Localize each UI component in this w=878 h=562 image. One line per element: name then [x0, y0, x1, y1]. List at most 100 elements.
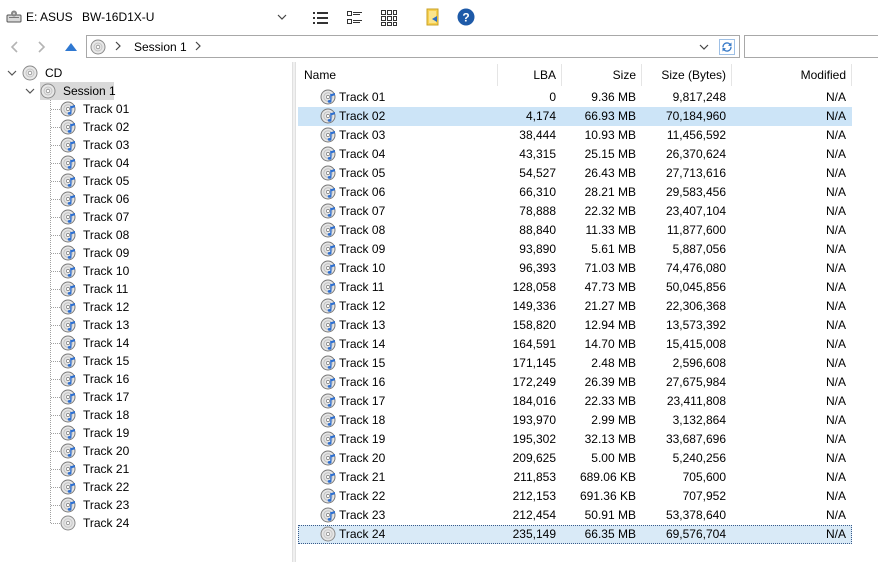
- column-header-name[interactable]: Name: [296, 64, 498, 86]
- table-row[interactable]: Track 24 235,149 66.35 MB 69,576,704 N/A: [298, 525, 852, 544]
- table-row[interactable]: Track 05 54,527 26.43 MB 27,713,616 N/A: [298, 164, 852, 183]
- forward-arrow-icon[interactable]: [34, 38, 50, 56]
- track-size: 21.27 MB: [584, 299, 636, 313]
- tree-node-label: Track 08: [83, 228, 130, 242]
- audio-track-icon: [320, 450, 336, 466]
- table-row[interactable]: Track 01 0 9.36 MB 9,817,248 N/A: [298, 88, 852, 107]
- track-name: Track 13: [339, 318, 386, 332]
- audio-track-icon: [320, 260, 336, 276]
- tree-node-label: Track 13: [83, 318, 130, 332]
- tree-node-label: Track 24: [83, 516, 130, 530]
- tree-node-label: Track 20: [83, 444, 130, 458]
- details-view-icon[interactable]: [311, 8, 331, 28]
- track-size: 689.06 KB: [579, 470, 636, 484]
- track-size-bytes: 50,045,856: [665, 280, 726, 294]
- svg-text:?: ?: [462, 11, 469, 25]
- tiles-view-icon[interactable]: [345, 8, 365, 28]
- table-row[interactable]: Track 07 78,888 22.32 MB 23,407,104 N/A: [298, 202, 852, 221]
- track-lba: 184,016: [512, 394, 556, 408]
- table-row[interactable]: Track 09 93,890 5.61 MB 5,887,056 N/A: [298, 240, 852, 259]
- track-size-bytes: 23,411,808: [666, 394, 726, 408]
- track-size: 28.21 MB: [584, 185, 636, 199]
- table-row[interactable]: Track 13 158,820 12.94 MB 13,573,392 N/A: [298, 316, 852, 335]
- track-name: Track 06: [339, 185, 386, 199]
- track-size: 12.94 MB: [584, 318, 636, 332]
- track-modified: N/A: [825, 242, 846, 256]
- refresh-icon[interactable]: [719, 39, 735, 55]
- track-lba: 43,315: [519, 147, 556, 161]
- table-row[interactable]: Track 15 171,145 2.48 MB 2,596,608 N/A: [298, 354, 852, 373]
- tree-node-label: Track 05: [83, 174, 130, 188]
- audio-track-icon: [320, 146, 336, 162]
- chevron-down-icon[interactable]: [7, 68, 17, 78]
- device-select[interactable]: BW-16D1X-U: [76, 6, 292, 28]
- track-size-bytes: 11,877,600: [666, 223, 726, 237]
- table-row[interactable]: Track 02 4,174 66.93 MB 70,184,960 N/A: [298, 107, 852, 126]
- table-row[interactable]: Track 08 88,840 11.33 MB 11,877,600 N/A: [298, 221, 852, 240]
- search-input[interactable]: [744, 35, 878, 58]
- tree-node-label: Track 21: [83, 462, 130, 476]
- device-select-value: BW-16D1X-U: [82, 10, 155, 24]
- table-row[interactable]: Track 21 211,853 689.06 KB 705,600 N/A: [298, 468, 852, 487]
- table-row[interactable]: Track 12 149,336 21.27 MB 22,306,368 N/A: [298, 297, 852, 316]
- large-icons-view-icon[interactable]: [379, 8, 399, 28]
- audio-track-icon: [60, 173, 76, 189]
- track-modified: N/A: [825, 432, 846, 446]
- audio-track-icon: [320, 203, 336, 219]
- breadcrumb-session[interactable]: Session 1: [134, 40, 187, 54]
- track-lba: 66,310: [519, 185, 556, 199]
- audio-track-icon: [60, 245, 76, 261]
- back-arrow-icon[interactable]: [6, 38, 22, 56]
- track-size: 50.91 MB: [584, 508, 636, 522]
- track-size-bytes: 9,817,248: [672, 90, 726, 104]
- track-modified: N/A: [825, 166, 846, 180]
- table-row[interactable]: Track 16 172,249 26.39 MB 27,675,984 N/A: [298, 373, 852, 392]
- tree-node-session[interactable]: Session 1: [40, 82, 116, 100]
- tree-node-label: Track 03: [83, 138, 130, 152]
- chevron-down-icon[interactable]: [699, 42, 709, 52]
- chevron-down-icon[interactable]: [25, 86, 35, 96]
- audio-track-icon: [320, 431, 336, 447]
- table-row[interactable]: Track 18 193,970 2.99 MB 3,132,864 N/A: [298, 411, 852, 430]
- column-header-size-bytes[interactable]: Size (Bytes): [642, 64, 732, 86]
- table-row[interactable]: Track 22 212,153 691.36 KB 707,952 N/A: [298, 487, 852, 506]
- up-arrow-icon[interactable]: [63, 38, 79, 56]
- breadcrumb-chevron-icon[interactable]: [194, 40, 202, 52]
- track-name: Track 04: [339, 147, 386, 161]
- table-row[interactable]: Track 20 209,625 5.00 MB 5,240,256 N/A: [298, 449, 852, 468]
- track-size-bytes: 27,713,616: [665, 166, 726, 180]
- breadcrumb-chevron-icon[interactable]: [114, 40, 122, 52]
- folder-arrow-icon[interactable]: [423, 7, 443, 27]
- optical-drive-icon: [6, 10, 22, 23]
- table-row[interactable]: Track 17 184,016 22.33 MB 23,411,808 N/A: [298, 392, 852, 411]
- tree-node-label: Track 11: [83, 282, 129, 296]
- help-icon[interactable]: ?: [456, 7, 476, 27]
- track-size: 2.48 MB: [591, 356, 636, 370]
- audio-track-icon: [60, 101, 76, 117]
- table-row[interactable]: Track 23 212,454 50.91 MB 53,378,640 N/A: [298, 506, 852, 525]
- table-row[interactable]: Track 06 66,310 28.21 MB 29,583,456 N/A: [298, 183, 852, 202]
- track-modified: N/A: [825, 337, 846, 351]
- audio-track-icon: [320, 374, 336, 390]
- audio-track-icon: [320, 317, 336, 333]
- table-row[interactable]: Track 04 43,315 25.15 MB 26,370,624 N/A: [298, 145, 852, 164]
- table-row[interactable]: Track 03 38,444 10.93 MB 11,456,592 N/A: [298, 126, 852, 145]
- table-row[interactable]: Track 10 96,393 71.03 MB 74,476,080 N/A: [298, 259, 852, 278]
- track-size: 26.39 MB: [584, 375, 636, 389]
- cd-icon: [22, 65, 38, 81]
- column-header-lba[interactable]: LBA: [498, 64, 562, 86]
- address-bar[interactable]: Session 1: [86, 35, 740, 58]
- audio-track-icon: [60, 317, 76, 333]
- track-lba: 235,149: [512, 527, 556, 541]
- column-header-size[interactable]: Size: [562, 64, 642, 86]
- table-row[interactable]: Track 14 164,591 14.70 MB 15,415,008 N/A: [298, 335, 852, 354]
- tree-node-label: Track 14: [83, 336, 130, 350]
- tree-node-label: Track 07: [83, 210, 130, 224]
- table-row[interactable]: Track 19 195,302 32.13 MB 33,687,696 N/A: [298, 430, 852, 449]
- audio-track-icon: [60, 371, 76, 387]
- audio-track-icon: [320, 469, 336, 485]
- tree-node-label: Track 09: [83, 246, 130, 260]
- table-row[interactable]: Track 11 128,058 47.73 MB 50,045,856 N/A: [298, 278, 852, 297]
- track-name: Track 20: [339, 451, 386, 465]
- column-header-modified[interactable]: Modified: [732, 64, 852, 86]
